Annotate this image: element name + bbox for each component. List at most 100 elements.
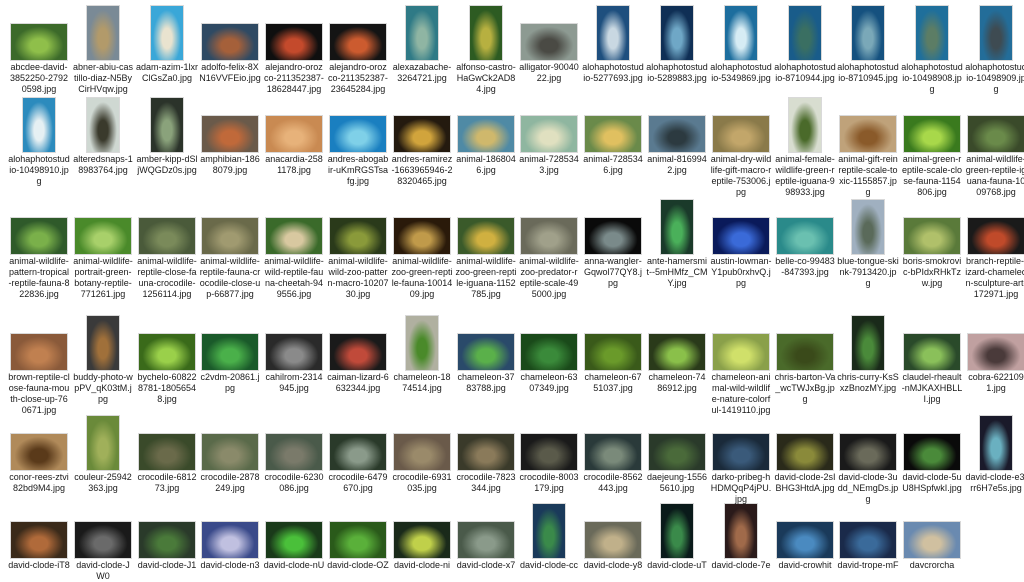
- file-item[interactable]: cahilrom-2314945.jpg: [263, 312, 325, 394]
- file-item[interactable]: david-clode-n3: [199, 500, 261, 571]
- file-item[interactable]: crocodile-681273.jpg: [136, 412, 198, 494]
- file-item[interactable]: alohaphotostudio-8710945.jpg: [837, 2, 899, 84]
- file-item[interactable]: david-clode-e3irr6H7e5s.jpg: [965, 412, 1024, 494]
- file-item[interactable]: crocodile-6230086.jpg: [263, 412, 325, 494]
- file-item[interactable]: alejandro-orozco-211352387-18628447.jpg: [263, 2, 325, 95]
- file-item[interactable]: ante-hamersmit--5mHMfz_CMY.jpg: [646, 196, 708, 289]
- file-item[interactable]: animal-wildlife-reptile-fauna-crocodile-…: [199, 196, 261, 300]
- file-item[interactable]: animal-dry-wildlife-gift-macro-reptile-7…: [710, 94, 772, 198]
- file-item[interactable]: animal-7285346.jpg: [582, 94, 644, 176]
- file-item[interactable]: caiman-lizard-6632344.jpg: [327, 312, 389, 394]
- file-item[interactable]: alfonso-castro-HaGwCk2AD84.jpg: [455, 2, 517, 95]
- file-item[interactable]: david-clode-y8: [582, 500, 644, 571]
- file-item[interactable]: alohaphotostudio-8710944.jpg: [774, 2, 836, 84]
- file-item[interactable]: animal-wildlife-portrait-green-botany-re…: [72, 196, 134, 300]
- file-item[interactable]: animal-7285343.jpg: [518, 94, 580, 176]
- file-item[interactable]: animal-wildlife-zoo-green-reptile-iguana…: [455, 196, 517, 300]
- file-item[interactable]: animal-wildlife-wild-zoo-pattern-macro-1…: [327, 196, 389, 300]
- file-item[interactable]: conor-rees-ztvi82bd9M4.jpg: [8, 412, 70, 494]
- file-item[interactable]: animal-wildlife-green-reptile-iguana-fau…: [965, 94, 1024, 198]
- file-item[interactable]: animal-gift-reinreptile-scale-toxic-1155…: [837, 94, 899, 198]
- file-item[interactable]: crocodile-8562443.jpg: [582, 412, 644, 494]
- file-item[interactable]: david-clode-x7: [455, 500, 517, 571]
- file-item[interactable]: david-clode-7e: [710, 500, 772, 571]
- file-item[interactable]: amphibian-1868079.jpg: [199, 94, 261, 176]
- file-item[interactable]: andres-ramirez-1663965946-28320465.jpg: [391, 94, 453, 187]
- file-name: animal-wildlife-green-reptile-iguana-fau…: [965, 154, 1024, 197]
- file-item[interactable]: david-clode-5uU8HSpfwkI.jpg: [901, 412, 963, 494]
- file-item[interactable]: buddy-photo-wpPV_qK03tM.jpg: [72, 312, 134, 405]
- file-item[interactable]: animal-wildlife-reptile-close-fauna-croc…: [136, 196, 198, 300]
- file-item[interactable]: animal-green-reptile-scale-close-fauna-1…: [901, 94, 963, 198]
- file-item[interactable]: abner-abiu-castillo-diaz-N5ByCirHVqw.jpg: [72, 2, 134, 95]
- file-item[interactable]: c2vdm-20861.jpg: [199, 312, 261, 394]
- file-item[interactable]: chris-curry-KsSxzBnozMY.jpg: [837, 312, 899, 394]
- file-item[interactable]: crocodile-6931035.jpg: [391, 412, 453, 494]
- file-item[interactable]: david-trope-mF: [837, 500, 899, 571]
- file-item[interactable]: david-crowhit: [774, 500, 836, 571]
- file-item[interactable]: crocodile-8003179.jpg: [518, 412, 580, 494]
- file-item[interactable]: adolfo-felix-8XN16VVFEio.jpg: [199, 2, 261, 84]
- file-item[interactable]: david-clode-3udd_NEmgDs.jpg: [837, 412, 899, 505]
- file-item[interactable]: crocodile-2878249.jpg: [199, 412, 261, 494]
- image-thumbnail: [789, 6, 821, 60]
- file-item[interactable]: chameleon-3783788.jpg: [455, 312, 517, 394]
- file-item[interactable]: animal-wildlife-pattern-tropical-reptile…: [8, 196, 70, 300]
- file-item[interactable]: amber-kipp-dSljWQGDz0s.jpg: [136, 94, 198, 176]
- file-item[interactable]: david-clode-JW0: [72, 500, 134, 582]
- file-item[interactable]: boris-smokrovic-bPIdxRHkTzw.jpg: [901, 196, 963, 289]
- file-item[interactable]: claudel-rheault-nMJKAXHBLLI.jpg: [901, 312, 963, 405]
- file-item[interactable]: alteredsnaps-18983764.jpg: [72, 94, 134, 176]
- file-item[interactable]: alohaphotostudio-10498908.jpg: [901, 2, 963, 95]
- file-item[interactable]: alohaphotostudio-10498909.jpg: [965, 2, 1024, 95]
- file-name: david-crowhit: [778, 560, 832, 570]
- file-item[interactable]: couleur-25942363.jpg: [72, 412, 134, 494]
- file-item[interactable]: animal-wildlife-wild-reptile-fauna-cheet…: [263, 196, 325, 300]
- file-item[interactable]: david-clode-2sIBHG3HtdA.jpg: [774, 412, 836, 494]
- file-name: animal-wildlife-pattern-tropical-reptile…: [8, 256, 70, 299]
- file-item[interactable]: david-clode-cc: [518, 500, 580, 571]
- file-item[interactable]: adam-azim-1lxrClGsZa0.jpg: [136, 2, 198, 84]
- file-item[interactable]: chris-barton-Va_wcTWJxBg.jpg: [774, 312, 836, 405]
- file-item[interactable]: blue-tongue-skink-7913420.jpg: [837, 196, 899, 289]
- file-item[interactable]: darko-pribeg-hHDMQqP4jPU.jpg: [710, 412, 772, 505]
- file-item[interactable]: david-clode-J1: [136, 500, 198, 571]
- file-item[interactable]: austin-lowman-Y1pub0rxhvQ.jpg: [710, 196, 772, 289]
- file-item[interactable]: brown-reptile-close-fauna-mouth-close-up…: [8, 312, 70, 416]
- file-item[interactable]: alejandro-orozco-211352387-23645284.jpg: [327, 2, 389, 95]
- file-item[interactable]: alligator-9004022.jpg: [518, 2, 580, 84]
- file-item[interactable]: branch-reptile-lizard-chameleon-sculptur…: [965, 196, 1024, 300]
- thumbnail-frame: [774, 2, 836, 60]
- file-item[interactable]: andres-abogabir-uKmRGSTsafg.jpg: [327, 94, 389, 187]
- file-item[interactable]: animal-1868046.jpg: [455, 94, 517, 176]
- file-item[interactable]: animal-wildlife-zoo-predator-reptile-sca…: [518, 196, 580, 300]
- file-item[interactable]: david-clode-ni: [391, 500, 453, 571]
- file-item[interactable]: chameleon-1874514.jpg: [391, 312, 453, 394]
- file-item[interactable]: chameleon-6751037.jpg: [582, 312, 644, 394]
- file-item[interactable]: crocodile-7823344.jpg: [455, 412, 517, 494]
- file-item[interactable]: cobra-6221091.jpg: [965, 312, 1024, 394]
- file-item[interactable]: david-clode-OZ: [327, 500, 389, 571]
- file-item[interactable]: david-clode-nU: [263, 500, 325, 571]
- file-item[interactable]: abcdee-david-3852250-27920598.jpg: [8, 2, 70, 95]
- file-item[interactable]: anacardia-2581178.jpg: [263, 94, 325, 176]
- file-item[interactable]: alohaphotostudio-10498910.jpg: [8, 94, 70, 187]
- file-item[interactable]: david-clode-iT8: [8, 500, 70, 571]
- file-item[interactable]: chameleon-animal-wild-wildlife-nature-co…: [710, 312, 772, 416]
- file-item[interactable]: alohaphotostudio-5289883.jpg: [646, 2, 708, 84]
- file-item[interactable]: david-clode-uT: [646, 500, 708, 571]
- file-item[interactable]: animal-female-wildlife-green-reptile-igu…: [774, 94, 836, 198]
- file-item[interactable]: daejeung-15565610.jpg: [646, 412, 708, 494]
- file-item[interactable]: alexazabache-3264721.jpg: [391, 2, 453, 84]
- file-item[interactable]: animal-8169942.jpg: [646, 94, 708, 176]
- file-item[interactable]: davcrorcha: [901, 500, 963, 571]
- file-item[interactable]: bychelo-608228781-18056548.jpg: [136, 312, 198, 405]
- file-item[interactable]: alohaphotostudio-5349869.jpg: [710, 2, 772, 84]
- file-item[interactable]: crocodile-6479670.jpg: [327, 412, 389, 494]
- file-item[interactable]: chameleon-7486912.jpg: [646, 312, 708, 394]
- file-item[interactable]: animal-wildlife-zoo-green-reptile-fauna-…: [391, 196, 453, 300]
- file-item[interactable]: chameleon-6307349.jpg: [518, 312, 580, 394]
- file-item[interactable]: belle-co-99483-847393.jpg: [774, 196, 836, 278]
- file-item[interactable]: alohaphotostudio-5277693.jpg: [582, 2, 644, 84]
- file-item[interactable]: anna-wangler-Gqwol77QY8.jpg: [582, 196, 644, 289]
